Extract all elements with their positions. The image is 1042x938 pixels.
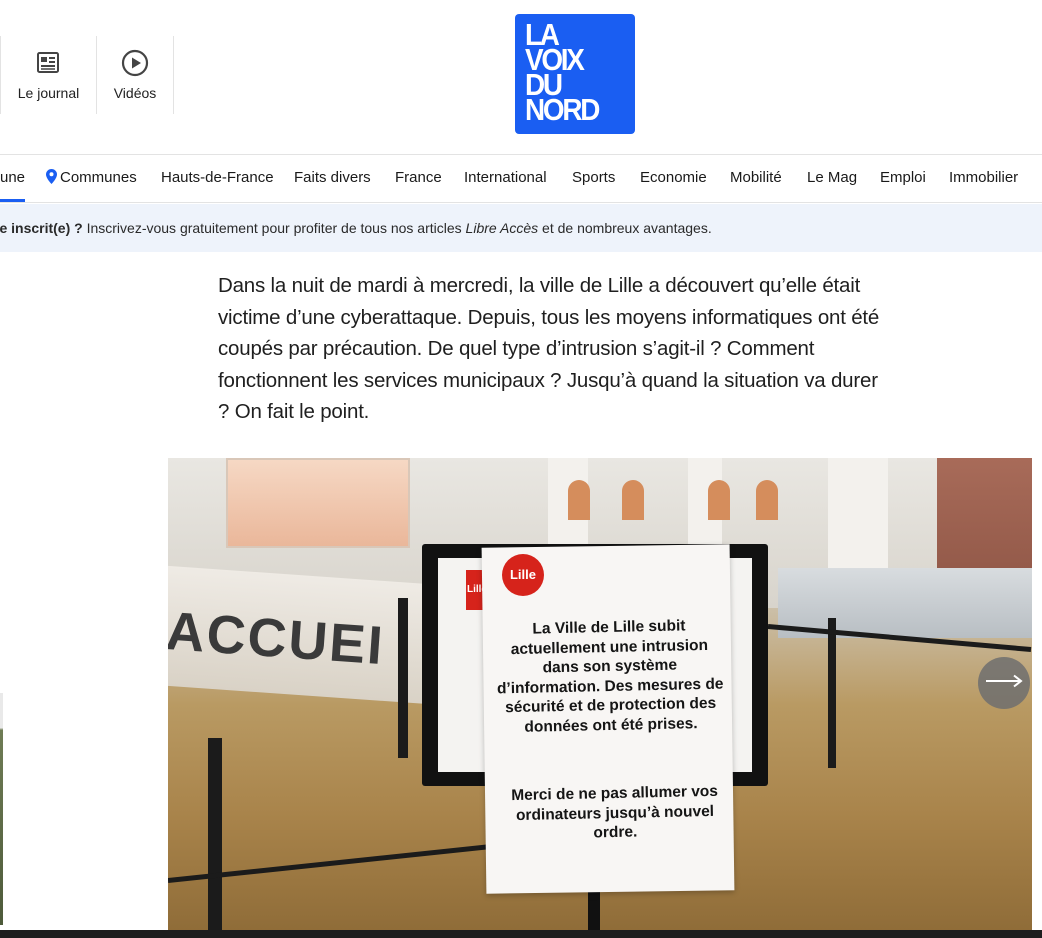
- nav-item-economie[interactable]: Economie: [640, 155, 707, 202]
- notice-second-text: Merci de ne pas allumer vos ordinateurs …: [511, 782, 719, 842]
- location-pin-icon: [46, 157, 57, 202]
- arrow-right-icon: [985, 674, 1023, 693]
- nav-item-faits-divers[interactable]: Faits divers: [294, 155, 371, 202]
- nav-item-mobilite[interactable]: Mobilité: [730, 155, 782, 202]
- nav-item-une[interactable]: une: [0, 155, 26, 202]
- le-journal-link[interactable]: Le journal: [0, 36, 97, 114]
- nav-item-sports[interactable]: Sports: [572, 155, 615, 202]
- carousel-next-button[interactable]: [978, 657, 1030, 709]
- info-screen: [226, 458, 410, 548]
- banner-italic-text: Libre Accès: [465, 220, 539, 236]
- banner-text-end: et de nombreux avantages.: [538, 220, 712, 236]
- logo-line-4: NORD: [525, 92, 600, 127]
- site-header: Le journal Vidéos LA VOIX DU NORD: [0, 0, 1042, 154]
- nav-item-communes-label: Communes: [60, 169, 137, 186]
- side-thumbnail-edge: [0, 693, 3, 925]
- main-navigation: une Communes Hauts-de-France Faits diver…: [0, 154, 1042, 203]
- nav-item-hauts-de-france[interactable]: Hauts-de-France: [161, 155, 274, 202]
- banner-bold-text: re inscrit(e) ?: [0, 220, 83, 236]
- lille-logo-circle: Lille: [502, 554, 544, 596]
- article-photo[interactable]: ACCUEI Lille Lille La Ville de Lille sub…: [168, 458, 1032, 932]
- bottom-bar: [0, 930, 1042, 938]
- le-journal-label: Le journal: [17, 85, 80, 101]
- nav-item-communes[interactable]: Communes: [46, 155, 137, 202]
- subscribe-banner[interactable]: re inscrit(e) ? Inscrivez-vous gratuitem…: [0, 204, 1042, 252]
- nav-item-france[interactable]: France: [395, 155, 442, 202]
- nav-item-international[interactable]: International: [464, 155, 547, 202]
- nav-item-le-mag[interactable]: Le Mag: [807, 155, 857, 202]
- nav-item-emploi[interactable]: Emploi: [880, 155, 926, 202]
- play-circle-icon: [121, 49, 149, 77]
- newspaper-icon: [35, 49, 63, 77]
- videos-label: Vidéos: [113, 85, 157, 101]
- nav-item-immobilier[interactable]: Immobilier: [949, 155, 1018, 202]
- notice-main-text: La Ville de Lille subit actuellement une…: [496, 617, 724, 736]
- banner-text: Inscrivez-vous gratuitement pour profite…: [82, 220, 466, 236]
- article-lead: Dans la nuit de mardi à mercredi, la vil…: [218, 274, 880, 423]
- videos-link[interactable]: Vidéos: [97, 36, 174, 114]
- la-voix-du-nord-logo[interactable]: LA VOIX DU NORD: [515, 14, 635, 134]
